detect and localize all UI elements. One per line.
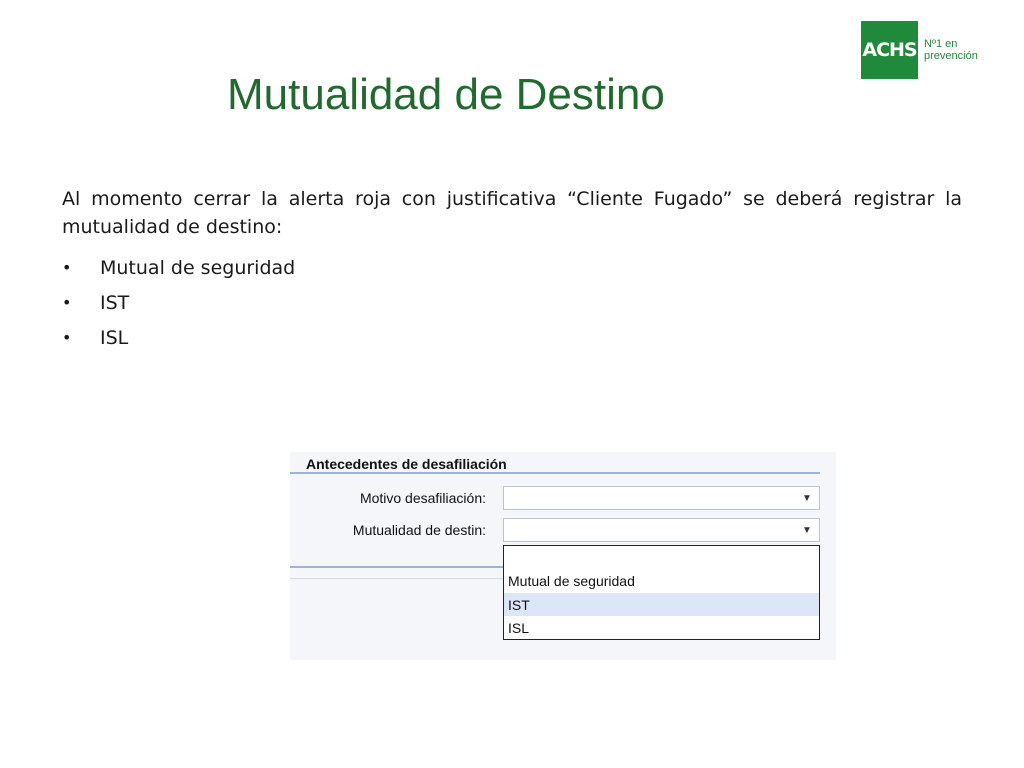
dropdown-option-isl[interactable]: ISL [504, 616, 819, 639]
bullet-icon: • [62, 328, 72, 347]
chevron-down-icon[interactable]: ▼ [795, 487, 819, 509]
bullet-text: ISL [100, 326, 129, 349]
bullet-item: • IST [62, 285, 295, 320]
motivo-label: Motivo desafiliación: [359, 490, 486, 506]
bullet-text: Mutual de seguridad [100, 256, 296, 279]
mutualidad-select[interactable]: ▼ [503, 518, 820, 542]
chevron-down-icon[interactable]: ▼ [795, 519, 819, 541]
mutualidad-label: Mutualidad de destin: [352, 522, 486, 538]
bullet-list: • Mutual de seguridad • IST • ISL [62, 250, 295, 355]
dropdown-option-empty[interactable] [504, 546, 819, 569]
bullet-item: • Mutual de seguridad [62, 250, 295, 285]
slide-title: Mutualidad de Destino [227, 70, 665, 119]
dropdown-option-ist[interactable]: IST [504, 593, 819, 616]
section-divider [290, 578, 503, 579]
form-section-title: Antecedentes de desafiliación [306, 456, 507, 472]
logo-mark: ACHS [861, 21, 918, 79]
form-section-header: Antecedentes de desafiliación [290, 452, 820, 474]
slide-body-text: Al momento cerrar la alerta roja con jus… [62, 188, 962, 238]
desafiliacion-form-panel: Antecedentes de desafiliación Motivo des… [290, 452, 836, 660]
bullet-text: IST [100, 291, 130, 314]
motivo-select[interactable]: ▼ [503, 486, 820, 510]
logo-tagline-line2: prevención [924, 50, 978, 62]
bullet-icon: • [62, 258, 72, 277]
mutualidad-dropdown-list[interactable]: Mutual de seguridad IST ISL [503, 545, 820, 640]
logo-tagline-line1: Nº1 en [924, 38, 958, 50]
achs-logo: ACHS Nº1 en prevención [861, 20, 978, 80]
dropdown-option-mutual[interactable]: Mutual de seguridad [504, 569, 819, 592]
section-divider [290, 566, 503, 568]
bullet-item: • ISL [62, 320, 295, 355]
bullet-icon: • [62, 293, 72, 312]
logo-tagline: Nº1 en prevención [924, 38, 978, 62]
